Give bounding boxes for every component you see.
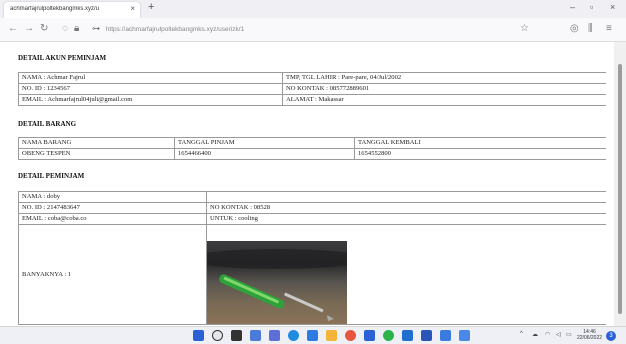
table-row: NO. ID : 2147483647 NO KONTAK : 08528 [18, 202, 606, 214]
table-cell: BANYAKNYA : 1 [18, 224, 207, 325]
close-window-button[interactable]: × [610, 2, 615, 12]
maximize-button[interactable]: ▫ [590, 2, 593, 12]
search-icon[interactable] [212, 330, 223, 341]
table-row: NO. ID : 1234567 NO KONTAK : 08577288960… [18, 83, 606, 95]
table-row: EMAIL : coba@coba.co UNTUK : cooling [18, 213, 606, 225]
detail-peminjam-heading: DETAIL PEMINJAM [18, 172, 85, 180]
table-cell: TMP, TGL LAHIR : Pare-pare, 04/Jul/2002 [282, 72, 606, 84]
clock-date: 22/06/2022 [577, 335, 603, 341]
tab-close-icon[interactable]: × [130, 4, 135, 13]
minimize-button[interactable]: – [570, 2, 575, 12]
table-cell: NO KONTAK : 08528 [206, 202, 606, 214]
detail-barang-heading: DETAIL BARANG [18, 120, 77, 128]
task-view-icon[interactable] [231, 330, 242, 341]
app-icon[interactable] [421, 330, 432, 341]
table-row: NAMA : doby [18, 191, 606, 203]
table-cell: EMAIL : coba@coba.co [18, 213, 207, 225]
vertical-scrollbar[interactable] [614, 42, 626, 326]
table-cell: NAMA : doby [18, 191, 207, 203]
item-photo [207, 241, 347, 324]
table-cell: NO. ID : 2147483647 [18, 202, 207, 214]
word-icon[interactable] [364, 330, 375, 341]
volume-icon[interactable]: ◁ [556, 331, 561, 338]
chat-icon[interactable] [269, 330, 280, 341]
detail-akun-heading: DETAIL AKUN PEMINJAM [18, 54, 107, 62]
clock[interactable]: 14:46 22/06/2022 [577, 329, 602, 341]
detail-barang-table: NAMA BARANG TANGGAL PINJAM TANGGAL KEMBA… [18, 137, 606, 160]
notification-badge[interactable]: 3 [606, 331, 616, 341]
table-row: BANYAKNYA : 1 [18, 224, 606, 325]
table-row: NAMA : Achmar Fajrul TMP, TGL LAHIR : Pa… [18, 72, 606, 84]
pocket-icon[interactable]: ◎ [570, 23, 579, 34]
table-cell: OBENG TESPEN [18, 148, 175, 160]
windows-start-icon[interactable] [193, 330, 204, 341]
url-domain: https://achmarfajrulpoltekbangmks.xyz [105, 26, 217, 33]
table-cell: NO KONTAK : 085772889601 [282, 83, 606, 95]
table-cell: ALAMAT : Makassar [282, 94, 606, 106]
app-icon[interactable] [402, 330, 413, 341]
whatsapp-icon[interactable] [383, 330, 394, 341]
back-arrow-icon[interactable]: ← [8, 23, 18, 34]
taskbar: ^ ☁ ◠ ◁ ▭ 14:46 22/06/2022 3 [0, 326, 626, 344]
column-header: TANGGAL PINJAM [174, 137, 355, 149]
lock-icon[interactable]: 🔒︎ [74, 23, 79, 34]
wifi-icon[interactable]: ◠ [545, 331, 550, 338]
detail-akun-table: NAMA : Achmar Fajrul TMP, TGL LAHIR : Pa… [18, 72, 606, 106]
library-icon[interactable]: ⫼ [588, 23, 593, 34]
store-icon[interactable] [307, 330, 318, 341]
address-bar[interactable]: ⊶ https://achmarfajrulpoltekbangmks.xyz/… [92, 24, 244, 36]
column-header: TANGGAL KEMBALI [354, 137, 606, 149]
chevron-up-icon[interactable]: ^ [520, 331, 523, 337]
table-cell: NAMA : Achmar Fajrul [18, 72, 283, 84]
scrollbar-thumb[interactable] [618, 64, 622, 314]
permissions-icon: ⊶ [92, 24, 100, 33]
battery-icon[interactable]: ▭ [566, 331, 572, 338]
cloud-icon[interactable]: ☁ [532, 331, 538, 338]
column-header: NAMA BARANG [18, 137, 175, 149]
screwdriver-image [207, 249, 347, 321]
bookmark-star-icon[interactable]: ☆ [520, 23, 529, 34]
table-cell: NO. ID : 1234567 [18, 83, 283, 95]
edge-icon[interactable] [288, 330, 299, 341]
table-cell: 1654466400 [174, 148, 355, 160]
detail-peminjam-table: NAMA : doby NO. ID : 2147483647 NO KONTA… [18, 191, 606, 325]
menu-icon[interactable]: ≡ [606, 23, 612, 34]
table-cell: UNTUK : cooling [206, 213, 606, 225]
photo-cell [206, 224, 606, 325]
table-cell [206, 191, 606, 203]
file-explorer-icon[interactable] [326, 330, 337, 341]
shield-icon[interactable]: ◌ [62, 23, 68, 34]
browser-tab[interactable]: achmarfajrulpoltekbangmks.xyz/u × [4, 2, 140, 18]
forward-arrow-icon[interactable]: → [24, 23, 34, 34]
url-path: /userizk/1 [216, 26, 245, 33]
table-cell: 1654552800 [354, 148, 606, 160]
table-row: EMAIL : Achmarfajrul04juli@gmail.com ALA… [18, 94, 606, 106]
widgets-icon[interactable] [250, 330, 261, 341]
page-content: DETAIL AKUN PEMINJAM NAMA : Achmar Fajru… [18, 50, 606, 326]
table-row: OBENG TESPEN 1654466400 1654552800 [18, 148, 606, 160]
new-tab-button[interactable]: + [148, 1, 154, 13]
browser-tab-bar: achmarfajrulpoltekbangmks.xyz/u × + – ▫ … [0, 0, 626, 18]
firefox-icon[interactable] [345, 330, 356, 341]
reload-icon[interactable]: ↻ [40, 23, 48, 34]
table-cell: EMAIL : Achmarfajrul04juli@gmail.com [18, 94, 283, 106]
vscode-icon[interactable] [459, 330, 470, 341]
browser-nav-bar: ← → ↻ ◌ 🔒︎ ⊶ https://achmarfajrulpoltekb… [0, 18, 626, 42]
app-icon[interactable] [440, 330, 451, 341]
table-header-row: NAMA BARANG TANGGAL PINJAM TANGGAL KEMBA… [18, 137, 606, 149]
tab-title: achmarfajrulpoltekbangmks.xyz/u [10, 6, 100, 12]
